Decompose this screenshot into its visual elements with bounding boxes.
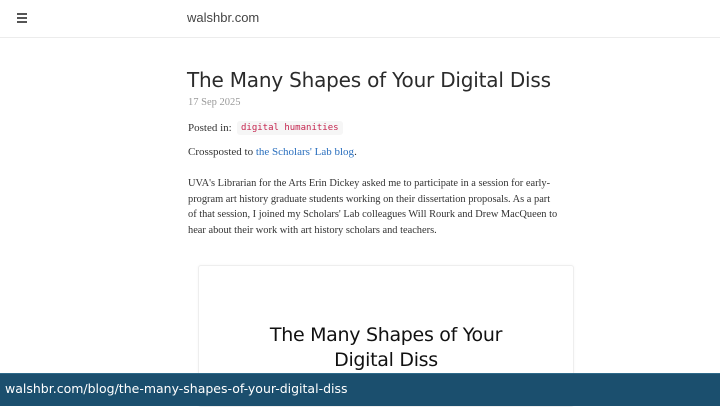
crosspost-note: Crossposted to the Scholars' Lab blog. [188, 146, 357, 158]
post-paragraph: UVA's Librarian for the Arts Erin Dickey… [188, 178, 558, 236]
scholars-lab-blog-link[interactable]: the Scholars' Lab blog [256, 146, 354, 158]
top-navigation-bar: walshbr.com [0, 0, 720, 38]
site-name-link[interactable]: walshbr.com [187, 10, 259, 25]
post-title: The Many Shapes of Your Digital Diss [187, 68, 551, 92]
crosspost-prefix: Crossposted to [188, 146, 254, 158]
tag-digital-humanities[interactable]: digital humanities [237, 121, 343, 135]
featured-image-title: The Many Shapes of Your Digital Diss [199, 323, 573, 373]
post-date: 17 Sep 2025 [188, 97, 241, 108]
status-bar-url: walshbr.com/blog/the-many-shapes-of-your… [5, 381, 348, 396]
image-title-line-2: Digital Diss [334, 349, 438, 371]
image-title-line-1: The Many Shapes of Your [269, 324, 503, 346]
crosspost-suffix: . [354, 146, 357, 158]
posted-in-label: Posted in: [188, 122, 232, 134]
link-hover-status-bar: walshbr.com/blog/the-many-shapes-of-your… [0, 373, 720, 406]
hamburger-menu-icon[interactable] [16, 12, 30, 24]
